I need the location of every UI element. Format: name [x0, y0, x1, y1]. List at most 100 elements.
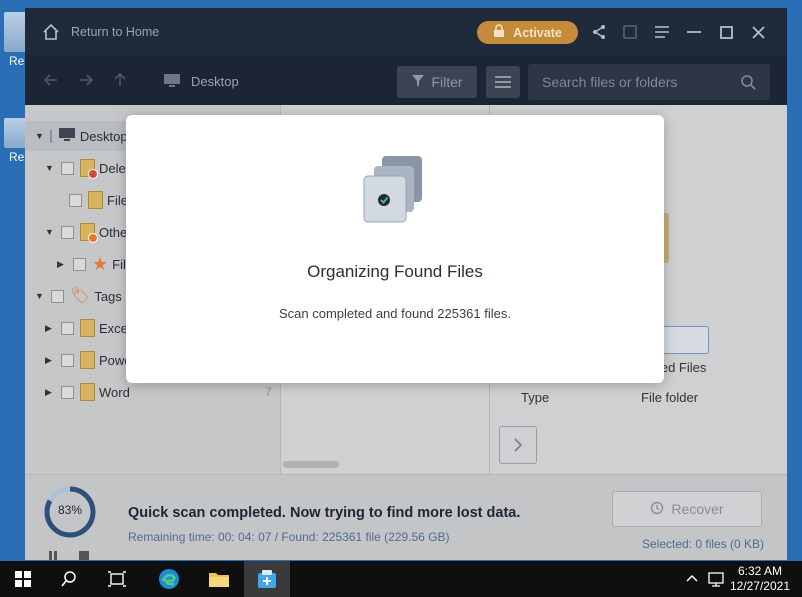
scan-status-title: Quick scan completed. Now trying to find…: [128, 505, 521, 521]
filter-icon: [411, 74, 425, 91]
tree-item-label: Dele: [99, 160, 126, 176]
selection-summary: Selected: 0 files (0 KB): [642, 537, 765, 551]
menu-icon[interactable]: [653, 23, 671, 41]
forward-arrow-icon[interactable]: [78, 72, 94, 88]
search-icon[interactable]: [740, 74, 756, 90]
checkbox[interactable]: [61, 161, 74, 175]
preview-panel: [490, 105, 787, 474]
view-menu-button[interactable]: [486, 66, 520, 98]
horizontal-scrollbar[interactable]: [283, 461, 339, 468]
app-window: Return to Home Activate Desktop Filter S…: [25, 8, 787, 560]
monitor-icon: [58, 127, 76, 145]
taskbar-search-button[interactable]: [46, 561, 92, 597]
tree-item-label: File: [112, 256, 134, 272]
folder-tree: ▼ Desktop ▼ Dele File ▼ Othe ▶ ★ File ▼ …: [25, 105, 280, 474]
edge-browser-button[interactable]: [146, 561, 192, 597]
share-icon[interactable]: [590, 23, 608, 41]
collapse-arrow-icon[interactable]: ▼: [35, 291, 45, 301]
checkbox[interactable]: [49, 129, 52, 143]
expand-arrow-icon[interactable]: ▶: [45, 387, 55, 398]
folder-icon: [80, 319, 95, 337]
folder-icon: [80, 383, 95, 401]
checkbox[interactable]: [51, 289, 64, 303]
status-bar: 83% Quick scan completed. Now trying to …: [25, 474, 787, 560]
deleted-folder-icon: [80, 159, 98, 179]
collapse-arrow-icon[interactable]: ▼: [45, 163, 55, 173]
tree-item-label: Exce: [99, 320, 128, 336]
recover-label: Recover: [671, 501, 724, 517]
file-explorer-button[interactable]: [196, 561, 242, 597]
title-bar: Return to Home Activate: [25, 8, 787, 55]
filter-label: Filter: [431, 74, 463, 90]
network-icon[interactable]: [708, 571, 726, 590]
type-value: File folder: [641, 390, 699, 405]
up-arrow-icon[interactable]: [112, 72, 128, 88]
folder-icon: [88, 191, 103, 209]
tree-item-deleted[interactable]: ▼ Dele: [45, 153, 126, 183]
task-view-icon: [108, 571, 126, 587]
activate-label: Activate: [513, 25, 562, 40]
search-icon: [61, 571, 76, 587]
tree-item-label: Tags: [94, 288, 122, 304]
stop-icon[interactable]: [79, 549, 89, 560]
progress-label: 83%: [57, 503, 83, 517]
tree-item-word[interactable]: ▶ Word 7: [45, 377, 280, 407]
feedback-icon[interactable]: [621, 23, 639, 41]
tag-icon: 🏷: [70, 288, 91, 305]
back-arrow-icon[interactable]: [43, 72, 59, 88]
pause-icon[interactable]: [48, 549, 58, 560]
checkbox[interactable]: [61, 385, 74, 399]
next-button[interactable]: [499, 426, 537, 464]
toolbar: Desktop Filter: [25, 55, 787, 105]
collapse-arrow-icon[interactable]: ▼: [35, 131, 44, 141]
preview-name: eted Files: [650, 360, 707, 375]
tree-item-powerpoint[interactable]: ▶ Powe: [45, 345, 132, 375]
expand-arrow-icon[interactable]: ▶: [45, 355, 55, 366]
maximize-icon[interactable]: [717, 23, 735, 41]
checkbox[interactable]: [69, 193, 82, 207]
start-button[interactable]: [0, 561, 46, 597]
type-label: Type: [521, 390, 550, 405]
tree-item-desktop[interactable]: ▼ Desktop: [25, 121, 128, 151]
tree-item-excel[interactable]: ▶ Exce: [45, 313, 128, 343]
checkbox[interactable]: [61, 321, 74, 335]
system-clock[interactable]: 6:32 AM 12/27/2021: [730, 564, 790, 594]
tree-item-label: Word: [99, 384, 130, 400]
edge-icon: [159, 569, 179, 589]
tree-item-label: Othe: [99, 224, 128, 240]
task-view-button[interactable]: [94, 561, 140, 597]
preview-button[interactable]: [639, 326, 709, 354]
clock-time: 6:32 AM: [737, 564, 782, 578]
checkbox[interactable]: [61, 225, 74, 239]
close-icon[interactable]: [749, 23, 767, 41]
return-home-link[interactable]: Return to Home: [71, 25, 159, 39]
tree-item-other[interactable]: ▼ Othe: [45, 217, 127, 247]
tree-item-tags[interactable]: ▼ 🏷 Tags ?: [25, 281, 140, 311]
scan-status-detail: Remaining time: 00: 04: 07 / Found: 2253…: [128, 530, 450, 544]
recovery-app-button[interactable]: [244, 561, 290, 597]
taskbar: 6:32 AM 12/27/2021: [0, 561, 802, 597]
star-icon: ★: [92, 254, 109, 274]
checkbox[interactable]: [61, 353, 74, 367]
chevron-right-icon: [514, 438, 523, 452]
list-icon: [495, 76, 511, 88]
checkbox[interactable]: [73, 257, 86, 271]
search-box: [528, 64, 770, 100]
filter-button[interactable]: Filter: [397, 66, 477, 98]
tree-item-favorite-files[interactable]: ▶ ★ File: [57, 249, 133, 279]
chevron-up-icon[interactable]: [686, 571, 698, 586]
tree-item-files[interactable]: File: [63, 185, 128, 215]
search-input[interactable]: [542, 64, 732, 100]
recover-button[interactable]: Recover: [612, 491, 762, 527]
tree-item-label: Desktop: [79, 128, 128, 144]
activate-button[interactable]: Activate: [477, 21, 578, 44]
home-icon[interactable]: [41, 22, 61, 42]
minimize-icon[interactable]: [685, 23, 703, 41]
collapse-arrow-icon[interactable]: ▼: [45, 227, 55, 237]
help-icon[interactable]: ?: [125, 289, 140, 303]
expand-arrow-icon[interactable]: ▶: [45, 323, 55, 334]
item-count: 7: [265, 385, 272, 399]
folder-icon: [209, 573, 229, 587]
expand-arrow-icon[interactable]: ▶: [57, 259, 67, 270]
clock-date: 12/27/2021: [729, 579, 790, 593]
